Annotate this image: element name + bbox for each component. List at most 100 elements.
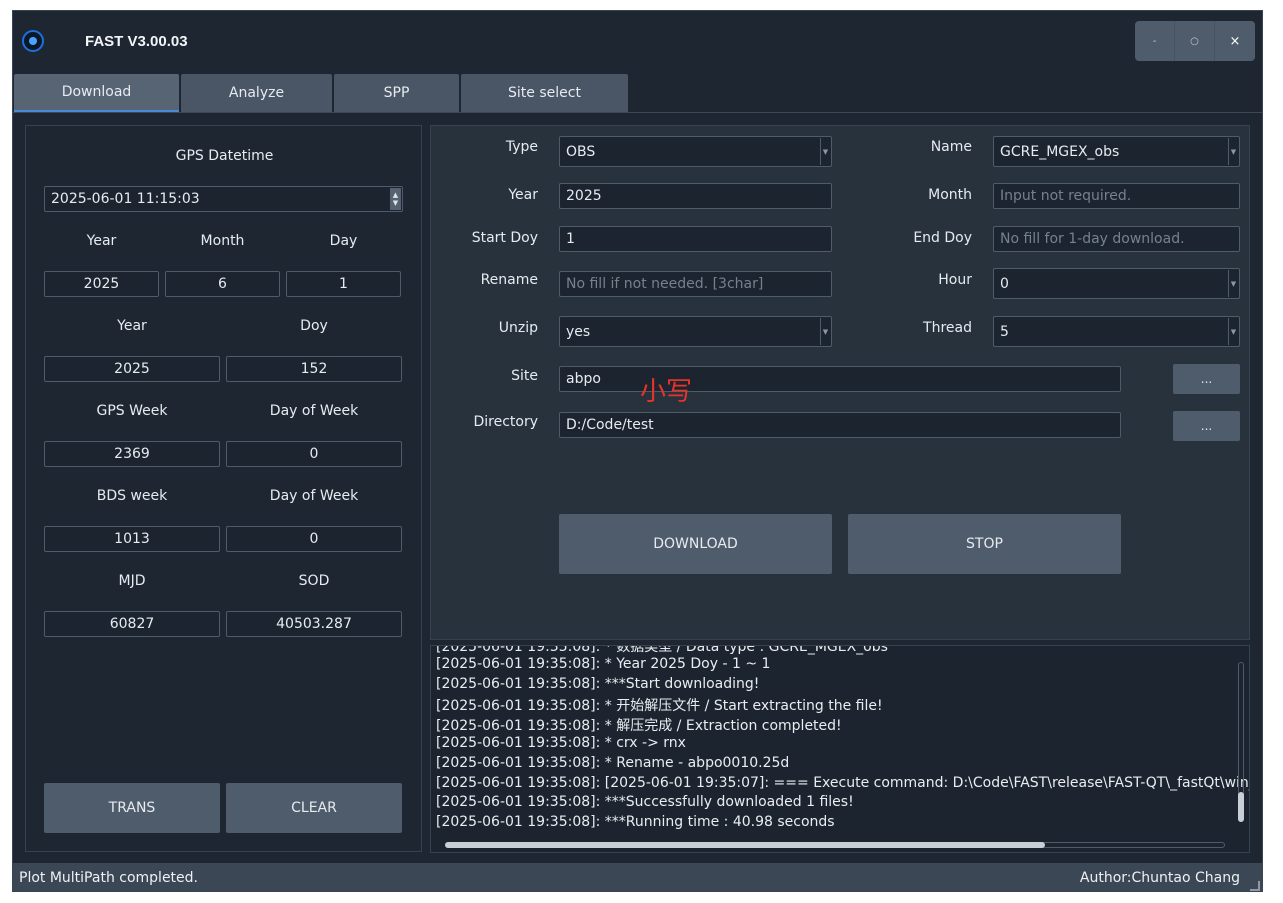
clear-button[interactable]: CLEAR (226, 783, 402, 833)
spin-down-icon[interactable]: ▼ (393, 199, 398, 207)
log-line: [2025-06-01 19:35:08]: [2025-06-01 19:35… (436, 774, 1250, 791)
window-controls: - ○ × (1135, 21, 1255, 61)
chevron-down-icon[interactable]: ▼ (820, 138, 830, 165)
year-label-2: Year (117, 318, 147, 334)
bds-day-of-week-label: Day of Week (269, 488, 359, 504)
mjd-label: MJD (118, 573, 146, 589)
gps-day-of-week-field[interactable]: 0 (226, 441, 402, 467)
site-label: Site (511, 368, 538, 384)
log-vertical-scrollbar[interactable] (1236, 652, 1246, 832)
annotation-text: 小写 (640, 377, 693, 407)
rename-input[interactable]: No fill if not needed. [3char] (559, 271, 832, 297)
type-select[interactable]: OBS ▼ (559, 136, 832, 167)
rename-label: Rename (480, 272, 538, 288)
chevron-down-icon[interactable]: ▼ (820, 318, 830, 345)
name-label: Name (930, 139, 972, 155)
tab-site-select[interactable]: Site select (461, 74, 628, 112)
sod-field[interactable]: 40503.287 (226, 611, 402, 637)
month-field[interactable]: 6 (165, 271, 280, 297)
doy-label: Doy (300, 318, 328, 334)
day-label: Day (329, 233, 358, 249)
bds-week-field[interactable]: 1013 (44, 526, 220, 552)
log-line: [2025-06-01 19:35:08]: * 解压完成 / Extracti… (436, 718, 842, 735)
gps-week-label: GPS Week (96, 403, 168, 419)
tab-spp[interactable]: SPP (334, 74, 459, 112)
close-button[interactable]: × (1215, 21, 1255, 61)
tab-download[interactable]: Download (14, 74, 179, 112)
chevron-down-icon[interactable]: ▼ (1228, 270, 1238, 297)
month-label: Month (928, 187, 972, 203)
year-field[interactable]: 2025 (44, 271, 159, 297)
gps-datetime-value: 2025-06-01 11:15:03 (51, 191, 200, 207)
end-doy-input[interactable]: No fill for 1-day download. (993, 226, 1240, 252)
thread-label: Thread (923, 320, 972, 336)
log-line: [2025-06-01 19:35:08]: * 数据类型 / Data typ… (436, 645, 888, 655)
month-label: Month (200, 233, 245, 249)
month-input[interactable]: Input not required. (993, 183, 1240, 209)
log-line: [2025-06-01 19:35:08]: ***Running time :… (436, 814, 835, 831)
main-window: FAST V3.00.03 - ○ × Download Analyze SPP… (12, 10, 1263, 892)
log-line: [2025-06-01 19:35:08]: ***Start download… (436, 675, 760, 692)
log-line: [2025-06-01 19:35:08]: * Year 2025 Doy -… (436, 655, 771, 672)
chevron-down-icon[interactable]: ▼ (1228, 318, 1238, 345)
thread-select[interactable]: 5 ▼ (993, 316, 1240, 347)
year-label: Year (86, 233, 117, 249)
log-line: [2025-06-01 19:35:08]: * crx -> rnx (436, 735, 686, 751)
app-title: FAST V3.00.03 (85, 33, 188, 50)
log-line: [2025-06-01 19:35:08]: ***Successfully d… (436, 794, 854, 811)
hour-select[interactable]: 0 ▼ (993, 268, 1240, 299)
directory-input[interactable]: D:/Code/test (559, 412, 1121, 438)
year-field-2[interactable]: 2025 (44, 356, 220, 382)
name-select[interactable]: GCRE_MGEX_obs ▼ (993, 136, 1240, 167)
tab-analyze[interactable]: Analyze (181, 74, 332, 112)
name-value: GCRE_MGEX_obs (1000, 143, 1120, 160)
gps-week-field[interactable]: 2369 (44, 441, 220, 467)
gps-day-of-week-label: Day of Week (269, 403, 359, 419)
scroll-thumb[interactable] (445, 842, 1045, 848)
unzip-label: Unzip (498, 320, 538, 336)
resize-grip-icon[interactable] (1250, 881, 1260, 891)
download-button[interactable]: DOWNLOAD (559, 514, 832, 574)
maximize-button[interactable]: ○ (1175, 21, 1215, 61)
gps-datetime-input[interactable]: 2025-06-01 11:15:03 ▲ ▼ (44, 186, 403, 212)
chevron-down-icon[interactable]: ▼ (1228, 138, 1238, 165)
satellite-logo-icon (22, 30, 44, 52)
trans-button[interactable]: TRANS (44, 783, 220, 833)
log-horizontal-scrollbar[interactable] (439, 841, 1239, 849)
tab-bar: Download Analyze SPP Site select (13, 73, 1262, 113)
thread-value: 5 (1000, 323, 1009, 340)
doy-field[interactable]: 152 (226, 356, 402, 382)
gps-datetime-label: GPS Datetime (175, 148, 274, 164)
author-label: Author:Chuntao Chang (1079, 870, 1240, 886)
title-bar: FAST V3.00.03 - ○ × (13, 11, 1262, 73)
year-input[interactable]: 2025 (559, 183, 832, 209)
datetime-spinner[interactable]: ▲ ▼ (390, 188, 401, 210)
end-doy-label: End Doy (913, 230, 972, 246)
scroll-thumb[interactable] (1238, 792, 1244, 822)
hour-label: Hour (938, 272, 972, 288)
unzip-value: yes (566, 323, 591, 340)
spin-up-icon[interactable]: ▲ (393, 191, 398, 199)
panel-splitter[interactable] (424, 125, 428, 852)
log-line: [2025-06-01 19:35:08]: * Rename - abpo00… (436, 754, 790, 771)
directory-browse-button[interactable]: ... (1173, 411, 1240, 441)
stop-button[interactable]: STOP (848, 514, 1121, 574)
day-field[interactable]: 1 (286, 271, 401, 297)
unzip-select[interactable]: yes ▼ (559, 316, 832, 347)
sod-label: SOD (298, 573, 330, 589)
bds-week-label: BDS week (96, 488, 168, 504)
type-value: OBS (566, 143, 596, 160)
site-browse-button[interactable]: ... (1173, 364, 1240, 394)
log-output[interactable]: [2025-06-01 19:35:08]: * 数据类型 / Data typ… (430, 645, 1250, 853)
start-doy-input[interactable]: 1 (559, 226, 832, 252)
time-conversion-panel: GPS Datetime 2025-06-01 11:15:03 ▲ ▼ Yea… (25, 125, 422, 852)
log-line: [2025-06-01 19:35:08]: * 开始解压文件 / Start … (436, 698, 883, 715)
minimize-button[interactable]: - (1135, 21, 1175, 61)
bds-day-of-week-field[interactable]: 0 (226, 526, 402, 552)
directory-label: Directory (473, 414, 538, 430)
hour-value: 0 (1000, 275, 1009, 292)
status-message: Plot MultiPath completed. (19, 870, 198, 886)
type-label: Type (505, 139, 538, 155)
mjd-field[interactable]: 60827 (44, 611, 220, 637)
download-form-panel: Type OBS ▼ Name GCRE_MGEX_obs ▼ Year 202… (430, 125, 1250, 640)
